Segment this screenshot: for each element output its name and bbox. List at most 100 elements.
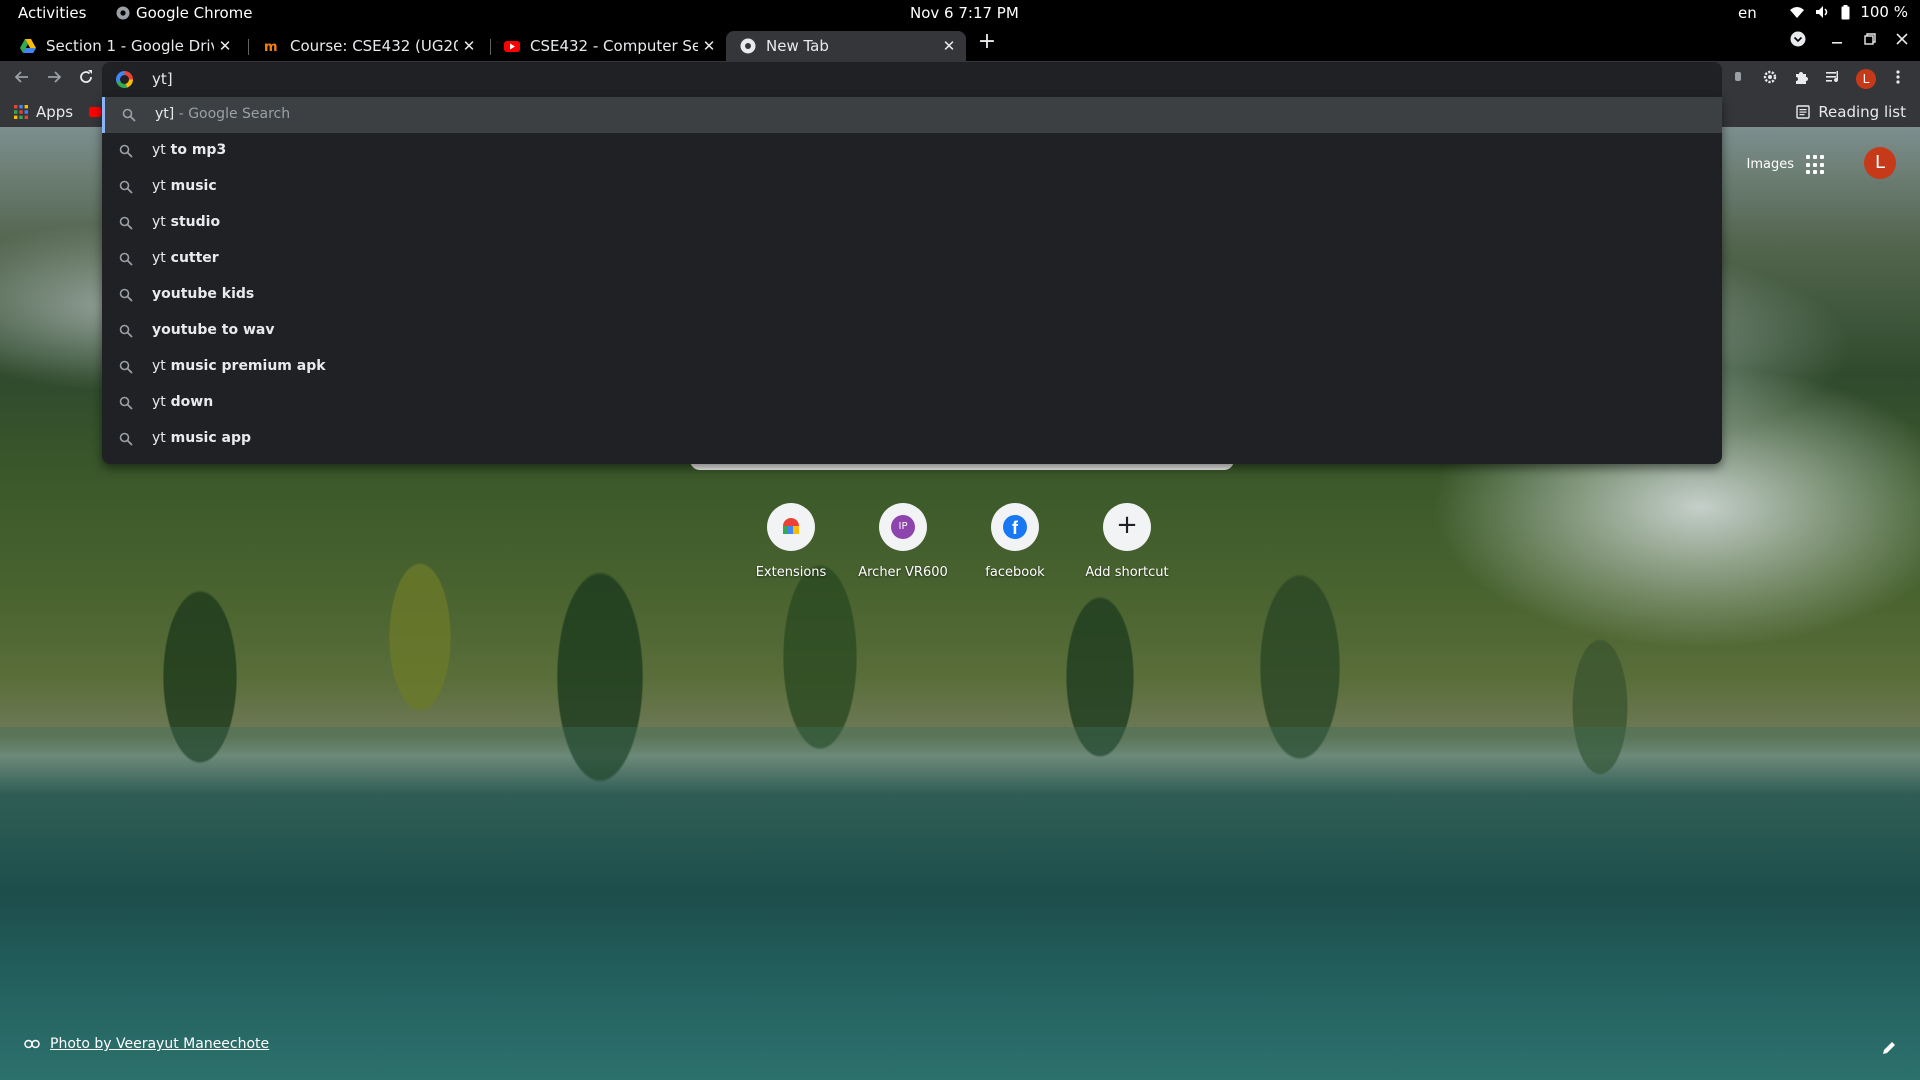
clock[interactable]: Nov 6 7:17 PM <box>910 4 1019 22</box>
suggestion-item[interactable]: yt music <box>102 169 1722 205</box>
suggestion-item[interactable]: yt] - Google Search <box>102 97 1722 133</box>
arrow-right-icon <box>48 71 62 83</box>
suggestion-text: yt music <box>152 178 217 194</box>
search-icon <box>119 216 133 230</box>
app-name: Google Chrome <box>136 4 253 22</box>
suggestion-text: yt] - Google Search <box>155 106 290 122</box>
suggestion-prefix: yt <box>152 430 166 446</box>
close-window-button[interactable] <box>1890 31 1914 49</box>
reading-list-button[interactable]: Reading list <box>1796 103 1906 121</box>
shortcut-add[interactable]: + Add shortcut <box>1072 503 1182 580</box>
tab-course[interactable]: m Course: CSE432 (UG2003) ✕ <box>250 31 486 61</box>
suggestion-text: yt studio <box>152 214 220 230</box>
images-link[interactable]: Images <box>1747 157 1795 172</box>
link-icon <box>24 1039 40 1049</box>
system-tray[interactable]: 100 % <box>1789 3 1908 21</box>
media-control-button[interactable] <box>1823 69 1843 89</box>
tab-separator <box>248 39 249 55</box>
address-bar[interactable]: yt] <box>102 62 1722 97</box>
google-apps-icon[interactable] <box>1806 155 1826 175</box>
shortcut-archer[interactable]: IP Archer VR600 <box>848 503 958 580</box>
chevron-down-icon <box>1790 31 1806 47</box>
profile-button[interactable]: L <box>1856 69 1876 89</box>
shortcut-tile: IP <box>879 503 927 551</box>
puzzle-icon <box>1796 72 1808 84</box>
suggestion-item[interactable]: yt music app <box>102 421 1722 457</box>
suggestion-prefix: yt] <box>155 106 175 122</box>
suggestion-item[interactable]: yt music premium apk <box>102 349 1722 385</box>
minimize-button[interactable] <box>1825 31 1849 49</box>
tab-title: CSE432 - Computer Securi <box>530 37 698 55</box>
suggestion-completion: youtube kids <box>152 286 255 302</box>
shortcut-tile <box>767 503 815 551</box>
system-top-bar: Activities Google Chrome Nov 6 7:17 PM e… <box>0 0 1920 27</box>
shortcut-label: facebook <box>985 565 1045 580</box>
suggestion-item[interactable]: youtube to wav <box>102 313 1722 349</box>
reload-icon <box>80 70 92 83</box>
chrome-menu-button[interactable] <box>1888 69 1908 89</box>
volume-icon <box>1816 6 1828 18</box>
shortcut-tile: + <box>1103 503 1151 551</box>
shortcut-label: Add shortcut <box>1085 565 1169 580</box>
youtube-icon[interactable] <box>89 107 102 117</box>
suggestion-text: youtube kids <box>152 286 254 302</box>
suggestion-item[interactable]: youtube kids <box>102 277 1722 313</box>
playlist-icon <box>1826 71 1839 83</box>
wifi-icon <box>1790 7 1805 18</box>
address-input[interactable]: yt] <box>152 70 173 88</box>
new-tab-button[interactable]: + <box>975 31 999 55</box>
app-menu[interactable]: Google Chrome <box>116 4 253 22</box>
photo-credit-link[interactable]: Photo by Veerayut Maneechote <box>50 1036 269 1052</box>
restore-button[interactable] <box>1858 31 1882 49</box>
search-icon <box>119 144 133 158</box>
reload-button[interactable] <box>76 69 96 89</box>
shortcut-extensions[interactable]: Extensions <box>736 503 846 580</box>
suggestion-text: yt cutter <box>152 250 219 266</box>
tab-title: Section 1 - Google Drive <box>46 37 214 55</box>
google-drive-icon <box>20 39 36 53</box>
extension-button[interactable] <box>1728 69 1748 89</box>
tab-strip: Section 1 - Google Drive ✕ m Course: CSE… <box>0 27 1920 61</box>
avatar[interactable]: L <box>1864 147 1896 179</box>
chrome-web-store-icon <box>783 518 799 534</box>
back-button[interactable] <box>12 69 32 89</box>
suggestion-completion: down <box>165 394 214 410</box>
tab-google-drive[interactable]: Section 1 - Google Drive ✕ <box>6 31 242 61</box>
pencil-icon <box>1883 1042 1895 1054</box>
extension-button[interactable] <box>1760 69 1780 89</box>
activities-button[interactable]: Activities <box>18 4 86 22</box>
tab-youtube[interactable]: CSE432 - Computer Securi ✕ <box>490 31 726 61</box>
shortcut-facebook[interactable]: f facebook <box>960 503 1070 580</box>
apps-shortcut[interactable]: Apps <box>14 103 102 121</box>
suggestion-item[interactable]: yt to mp3 <box>102 133 1722 169</box>
chrome-icon <box>116 6 130 20</box>
tab-search-button[interactable] <box>1786 31 1810 51</box>
suggestion-item[interactable]: yt studio <box>102 205 1722 241</box>
customize-button[interactable] <box>1882 1040 1896 1059</box>
facebook-icon: f <box>1003 515 1027 539</box>
omnibox-suggestions: yt] - Google Search yt to mp3 yt music y… <box>102 97 1722 464</box>
moodle-icon: m <box>264 40 278 54</box>
tab-new-tab[interactable]: New Tab ✕ <box>726 31 966 61</box>
forward-button[interactable] <box>44 69 64 89</box>
restore-icon <box>1864 33 1876 45</box>
suggestion-completion: music <box>165 178 217 194</box>
gear-icon <box>1763 70 1777 84</box>
kebab-menu-icon <box>1896 70 1900 84</box>
close-icon[interactable]: ✕ <box>458 37 480 55</box>
input-language[interactable]: en <box>1738 4 1757 22</box>
suggestion-item[interactable]: yt cutter <box>102 241 1722 277</box>
lake-reflection <box>0 727 1920 1080</box>
minimize-icon <box>1832 42 1842 44</box>
chrome-icon <box>740 38 756 54</box>
suggestion-text: yt music app <box>152 430 251 446</box>
suggestion-item[interactable]: yt down <box>102 385 1722 421</box>
suggestion-text: youtube to wav <box>152 322 274 338</box>
extensions-menu-button[interactable] <box>1791 69 1811 89</box>
close-icon[interactable]: ✕ <box>698 37 720 55</box>
tab-title: New Tab <box>766 37 829 55</box>
apps-grid-icon <box>14 105 28 119</box>
close-icon[interactable]: ✕ <box>214 37 236 55</box>
photo-credit[interactable]: Photo by Veerayut Maneechote <box>24 1036 269 1052</box>
close-icon[interactable]: ✕ <box>938 37 960 55</box>
